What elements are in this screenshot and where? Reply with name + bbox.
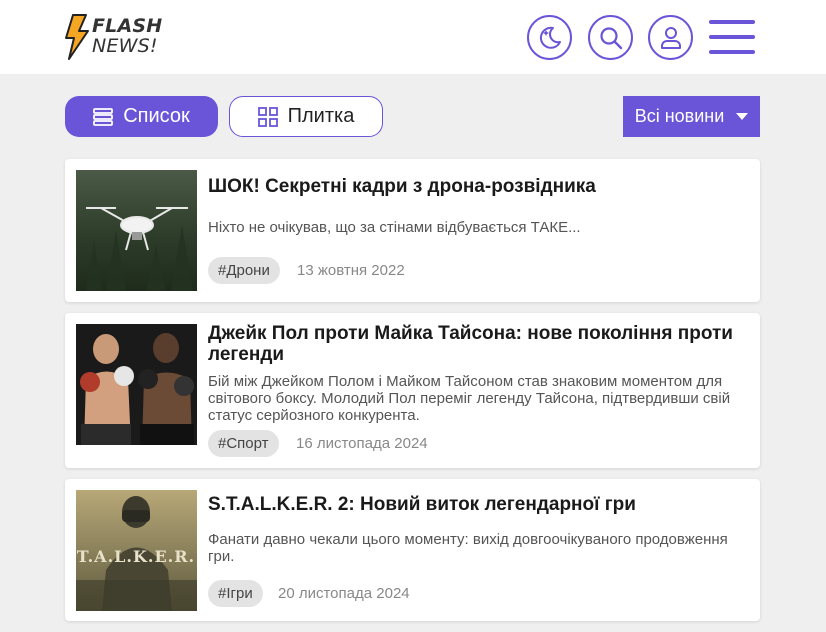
logo[interactable]: FLASH NEWS! bbox=[64, 14, 174, 60]
article-date: 16 листопада 2024 bbox=[296, 435, 428, 452]
drone-photo[interactable] bbox=[76, 170, 197, 291]
article-tag[interactable]: #Спорт bbox=[208, 430, 279, 457]
moon-icon bbox=[539, 26, 561, 49]
list-view-button[interactable]: Список bbox=[65, 96, 218, 137]
theme-toggle-button[interactable] bbox=[527, 15, 572, 60]
grid-icon bbox=[257, 106, 278, 127]
grid-view-button[interactable]: Плитка bbox=[229, 96, 383, 137]
news-card[interactable]: S.T.A.L.K.E.R. 2 S.T.A.L.K.E.R. 2: Новий… bbox=[65, 479, 760, 621]
category-filter-dropdown[interactable]: Всі новини bbox=[623, 96, 760, 137]
article-title[interactable]: S.T.A.L.K.E.R. 2: Новий виток легендарно… bbox=[208, 494, 743, 515]
user-icon bbox=[660, 26, 681, 49]
lightning-bolt-icon bbox=[65, 14, 89, 60]
article-tag[interactable]: #Ігри bbox=[208, 580, 263, 607]
stalker-cover-text: S.T.A.L.K.E.R. 2 bbox=[76, 547, 197, 566]
logo-line-2: NEWS! bbox=[92, 35, 158, 57]
chevron-down-icon bbox=[736, 113, 749, 120]
search-button[interactable] bbox=[588, 15, 633, 60]
article-date: 13 жовтня 2022 bbox=[297, 262, 405, 279]
logo-line-1: FLASH bbox=[92, 15, 163, 37]
news-card[interactable]: Джейк Пол проти Майка Тайсона: нове поко… bbox=[65, 313, 760, 468]
boxing-photo[interactable] bbox=[76, 324, 197, 445]
news-card[interactable]: ШОК! Секретні кадри з дрона-розвідника Н… bbox=[65, 159, 760, 302]
article-title[interactable]: ШОК! Секретні кадри з дрона-розвідника bbox=[208, 176, 743, 197]
search-icon bbox=[599, 26, 622, 49]
site-header: FLASH NEWS! bbox=[0, 0, 826, 74]
article-description: Бій між Джейком Полом і Майком Тайсоном … bbox=[208, 373, 731, 424]
article-description: Фанати давно чекали цього моменту: вихід… bbox=[208, 531, 728, 565]
list-icon bbox=[93, 107, 114, 126]
article-tag[interactable]: #Дрони bbox=[208, 257, 280, 284]
grid-view-label: Плитка bbox=[287, 105, 355, 127]
article-title[interactable]: Джейк Пол проти Майка Тайсона: нове поко… bbox=[208, 323, 743, 365]
stalker-cover[interactable]: S.T.A.L.K.E.R. 2 bbox=[76, 490, 197, 611]
hamburger-menu-icon[interactable] bbox=[709, 20, 755, 54]
article-date: 20 листопада 2024 bbox=[278, 585, 410, 602]
category-filter-label: Всі новини bbox=[634, 106, 725, 126]
profile-button[interactable] bbox=[648, 15, 693, 60]
article-description: Ніхто не очікував, що за стінами відбува… bbox=[208, 219, 581, 236]
logo-text: FLASH NEWS! bbox=[92, 16, 162, 56]
list-view-label: Список bbox=[123, 105, 190, 127]
